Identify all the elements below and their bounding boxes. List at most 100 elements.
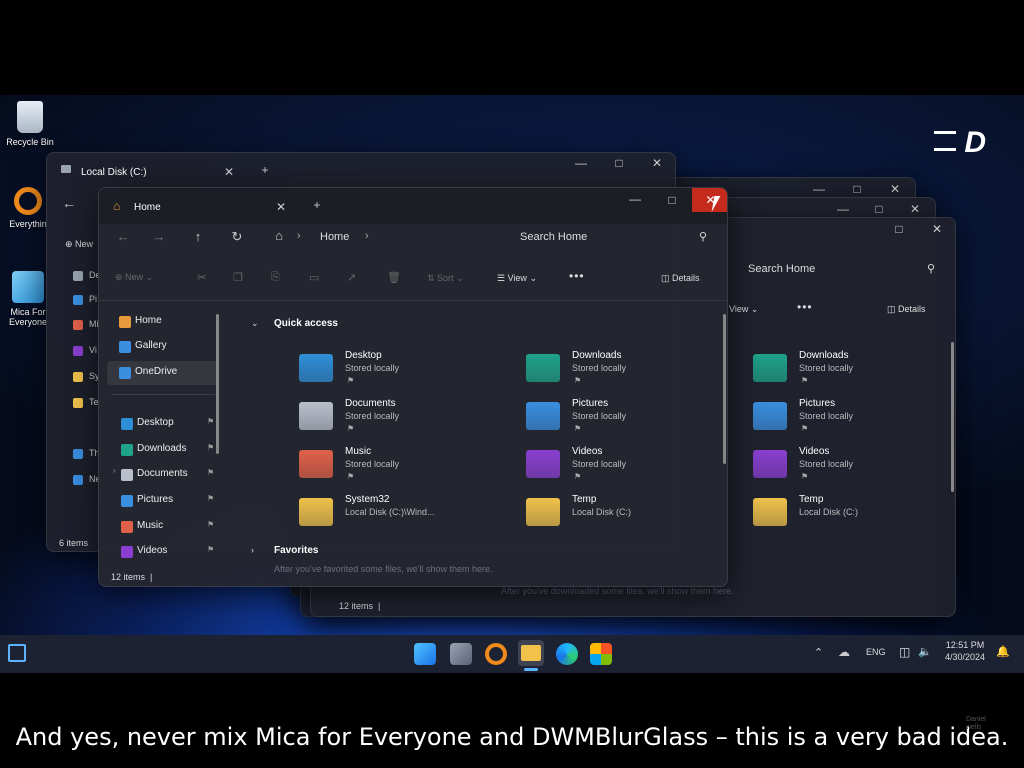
maximize-icon[interactable]: □ <box>869 202 889 216</box>
pictures-icon <box>121 495 133 507</box>
more-options-icon[interactable]: ••• <box>797 300 813 314</box>
active-indicator <box>524 668 538 671</box>
back-arrow-icon[interactable]: ← <box>113 229 133 244</box>
minimize-icon[interactable]: — <box>571 156 591 170</box>
forward-arrow-icon[interactable]: → <box>149 229 169 244</box>
close-tab-icon[interactable]: ✕ <box>219 165 239 179</box>
folder-tile-documents[interactable]: Documents Stored locally ⚑ <box>299 398 509 442</box>
volume-icon[interactable]: 🔈 <box>918 645 932 658</box>
clock[interactable]: 12:51 PM 4/30/2024 <box>943 640 987 662</box>
pin-icon: ⚑ <box>207 417 215 426</box>
collapse-chevron-icon[interactable]: ⌄ <box>251 318 259 329</box>
language-indicator[interactable]: ENG <box>866 647 886 657</box>
tab-home[interactable]: Home <box>134 202 161 213</box>
sidebar-item-downloads[interactable]: Downloads ⚑ <box>107 438 219 462</box>
sidebar-scrollbar[interactable] <box>216 314 219 454</box>
new-tab-icon[interactable]: + <box>255 163 275 177</box>
sidebar-item-label: Home <box>135 315 162 326</box>
folder-tile-videos[interactable]: Videos Stored locally ⚑ <box>526 446 727 490</box>
desktop-icon-label: Everythin <box>9 219 47 229</box>
sidebar-icon <box>73 320 83 330</box>
notification-bell-icon[interactable]: 🔔 <box>996 645 1010 658</box>
chevron-up-icon[interactable]: ⌃ <box>814 646 823 659</box>
edge-icon[interactable] <box>556 643 578 665</box>
folder-icon <box>299 354 333 382</box>
close-icon[interactable]: ✕ <box>905 202 925 216</box>
folder-tile-system32[interactable]: System32 Local Disk (C:)\Wind... <box>299 494 509 538</box>
copy-icon[interactable]: ❐ <box>233 271 243 284</box>
network-icon[interactable]: ◫ <box>899 645 910 659</box>
rename-icon[interactable]: ▭ <box>309 271 319 284</box>
paste-icon[interactable]: ⎘ <box>271 271 280 284</box>
search-box[interactable]: Search Home <box>520 231 587 243</box>
folder-tile-downloads[interactable]: Downloads Stored locally ⚑ <box>753 350 955 394</box>
more-options-icon[interactable]: ••• <box>569 269 585 283</box>
sidebar-item-documents[interactable]: Documents ⚑ <box>107 463 219 487</box>
sidebar-item-onedrive[interactable]: OneDrive <box>107 361 219 385</box>
breadcrumb[interactable]: Home <box>320 231 349 243</box>
folder-tile-pictures[interactable]: Pictures Stored locally ⚑ <box>526 398 727 442</box>
minimize-icon[interactable]: — <box>833 202 853 216</box>
maximize-icon[interactable]: □ <box>889 222 909 236</box>
store-icon[interactable] <box>590 643 612 665</box>
minimize-icon[interactable]: — <box>625 192 645 206</box>
folder-location: Stored locally <box>345 411 400 421</box>
close-tab-icon[interactable]: ✕ <box>271 200 291 214</box>
sidebar-item-label: Desktop <box>137 417 174 428</box>
favorites-heading[interactable]: Favorites <box>274 545 318 556</box>
close-icon[interactable]: ✕ <box>647 156 667 170</box>
expand-chevron-icon[interactable]: › <box>113 466 116 475</box>
view-button[interactable]: View ⌄ <box>729 304 758 315</box>
task-view-icon[interactable] <box>450 643 472 665</box>
pin-icon: ⚑ <box>207 520 215 529</box>
view-button[interactable]: ☰ View ⌄ <box>497 273 537 284</box>
favorites-hint: After you've favorited some files, we'll… <box>274 564 493 574</box>
folder-tile-music[interactable]: Music Stored locally ⚑ <box>299 446 509 490</box>
collapse-chevron-icon[interactable]: › <box>251 545 254 555</box>
sidebar-item-music[interactable]: Music ⚑ <box>107 515 219 539</box>
cut-icon[interactable]: ✂ <box>197 271 206 284</box>
close-icon[interactable]: ✕ <box>927 222 947 236</box>
folder-location: Stored locally <box>799 363 854 373</box>
folder-tile-desktop[interactable]: Desktop Stored locally ⚑ <box>299 350 509 394</box>
up-arrow-icon[interactable]: ↑ <box>188 229 208 244</box>
new-tab-icon[interactable]: + <box>307 198 327 212</box>
widgets-icon[interactable] <box>8 644 26 662</box>
folder-location: Local Disk (C:)\Wind... <box>345 507 435 517</box>
new-menu[interactable]: ⊕ New ⌄ <box>115 272 153 283</box>
minimize-icon[interactable]: — <box>809 182 829 196</box>
desktop-icon-recycle-bin[interactable]: Recycle Bin <box>4 101 56 147</box>
video-caption: And yes, never mix Mica for Everyone and… <box>15 723 1009 751</box>
folder-tile-temp[interactable]: Temp Local Disk (C:) <box>753 494 955 538</box>
sidebar-item-gallery[interactable]: Gallery <box>107 335 219 359</box>
share-icon[interactable]: ↗ <box>347 271 356 284</box>
quick-access-heading[interactable]: Quick access <box>274 318 338 329</box>
onedrive-tray-icon[interactable]: ☁ <box>838 645 850 659</box>
home-nav-icon[interactable]: ⌂ <box>269 228 289 243</box>
back-arrow-icon[interactable]: ← <box>59 195 79 211</box>
documents-icon <box>121 469 133 481</box>
maximize-icon[interactable]: □ <box>847 182 867 196</box>
details-button[interactable]: ◫ Details <box>887 304 926 315</box>
tab-local-disk[interactable]: Local Disk (C:) <box>81 167 147 178</box>
sidebar-item-videos[interactable]: Videos ⚑ <box>107 540 219 564</box>
maximize-icon[interactable]: □ <box>662 193 682 207</box>
everything-search-icon[interactable] <box>485 643 507 665</box>
sort-button[interactable]: ⇅ Sort ⌄ <box>427 273 464 284</box>
folder-tile-pictures[interactable]: Pictures Stored locally ⚑ <box>753 398 955 442</box>
new-button[interactable]: ⊕ New <box>65 239 93 250</box>
maximize-icon[interactable]: □ <box>609 156 629 170</box>
close-icon[interactable]: ✕ <box>885 182 905 196</box>
sidebar-item-pictures[interactable]: Pictures ⚑ <box>107 489 219 513</box>
close-button[interactable]: ✕ <box>692 188 727 212</box>
folder-tile-downloads[interactable]: Downloads Stored locally ⚑ <box>526 350 727 394</box>
sidebar-item-desktop[interactable]: Desktop ⚑ <box>107 412 219 436</box>
search-box[interactable]: Search Home <box>748 263 815 275</box>
sidebar-item-home[interactable]: Home <box>107 310 219 334</box>
folder-tile-videos[interactable]: Videos Stored locally ⚑ <box>753 446 955 490</box>
details-button[interactable]: ◫ Details <box>661 273 700 284</box>
start-icon[interactable] <box>414 643 436 665</box>
delete-icon[interactable]: 🗑 <box>387 271 401 284</box>
refresh-icon[interactable]: ↻ <box>227 229 247 245</box>
folder-tile-temp[interactable]: Temp Local Disk (C:) <box>526 494 727 538</box>
